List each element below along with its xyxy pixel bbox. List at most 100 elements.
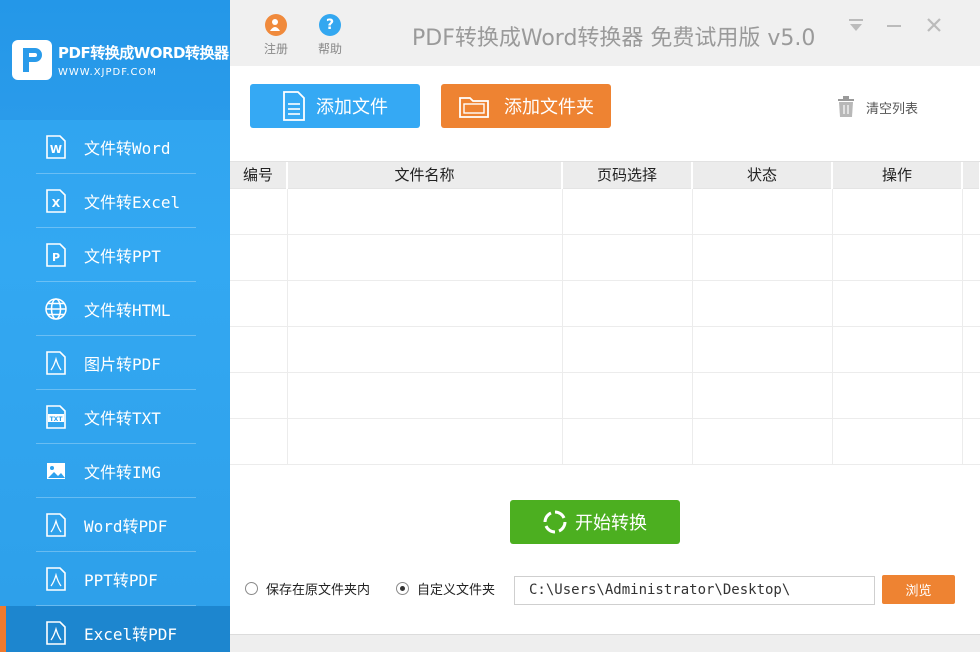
- refresh-icon: [543, 510, 567, 534]
- sidebar-item-ppt-to-pdf[interactable]: PPT转PDF: [0, 552, 230, 606]
- app-title: PDF转换成Word转换器 免费试用版 v5.0: [412, 26, 816, 51]
- table-cell: [230, 234, 288, 281]
- sidebar-item-img[interactable]: 文件转IMG: [0, 444, 230, 498]
- table-cell: [692, 234, 833, 281]
- folder-icon: [458, 93, 490, 119]
- title-bar: 注册 ? 帮助 PDF转换成Word转换器 免费试用版 v5.0: [230, 0, 980, 66]
- table-cell: [692, 188, 833, 235]
- register-label: 注册: [263, 42, 288, 56]
- column-header-status[interactable]: 状态: [692, 162, 833, 189]
- clear-list-button[interactable]: 清空列表: [836, 96, 918, 118]
- column-header-spacer: [962, 162, 980, 189]
- main-panel: 添加文件 添加文件夹 清空列表 编号 文件名称 页码选择 状态 操作 开始转换 …: [230, 66, 980, 652]
- table-header-row: 编号 文件名称 页码选择 状态 操作: [230, 162, 980, 189]
- browse-button[interactable]: 浏览: [882, 575, 955, 604]
- table-cell: [562, 418, 693, 465]
- table-cell: [832, 418, 963, 465]
- table-row: [230, 188, 980, 235]
- add-folder-button[interactable]: 添加文件夹: [441, 84, 611, 128]
- pdf-icon: [44, 621, 68, 645]
- dropdown-menu-icon[interactable]: [848, 14, 864, 38]
- table-cell: [692, 418, 833, 465]
- column-header-page-selection[interactable]: 页码选择: [562, 162, 693, 189]
- table-cell: [287, 234, 563, 281]
- sidebar-item-word[interactable]: W 文件转Word: [0, 120, 230, 174]
- sidebar-item-label: 图片转PDF: [84, 355, 161, 374]
- sidebar-item-image-to-pdf[interactable]: 图片转PDF: [0, 336, 230, 390]
- table-cell: [962, 418, 980, 465]
- close-icon[interactable]: [926, 14, 942, 38]
- sidebar-item-label: 文件转Word: [84, 139, 171, 158]
- status-strip: [230, 634, 980, 652]
- help-button[interactable]: ? 帮助: [310, 14, 350, 57]
- table-cell: [230, 280, 288, 327]
- column-header-actions[interactable]: 操作: [832, 162, 963, 189]
- help-label: 帮助: [317, 42, 342, 56]
- sidebar-item-label: 文件转IMG: [84, 463, 161, 482]
- table-cell: [962, 280, 980, 327]
- table-cell: [692, 326, 833, 373]
- svg-text:W: W: [50, 143, 62, 156]
- register-button[interactable]: 注册: [256, 14, 296, 57]
- start-conversion-label: 开始转换: [575, 513, 647, 534]
- sidebar-item-excel[interactable]: X 文件转Excel: [0, 174, 230, 228]
- table-cell: [832, 234, 963, 281]
- add-file-button[interactable]: 添加文件: [250, 84, 420, 128]
- table-row: [230, 280, 980, 327]
- logo-title: PDF转换成WORD转换器: [58, 44, 229, 62]
- question-icon: ?: [319, 14, 341, 36]
- table-cell: [562, 234, 693, 281]
- table-cell: [832, 372, 963, 419]
- save-original-label: 保存在原文件夹内: [266, 583, 371, 598]
- excel-icon: X: [44, 189, 68, 213]
- table-cell: [562, 280, 693, 327]
- table-cell: [692, 372, 833, 419]
- table-row: [230, 234, 980, 281]
- txt-icon: TXT: [44, 405, 68, 429]
- custom-folder-radio[interactable]: [396, 582, 409, 595]
- save-original-radio[interactable]: [245, 582, 258, 595]
- sidebar-item-html[interactable]: 文件转HTML: [0, 282, 230, 336]
- table-cell: [692, 280, 833, 327]
- table-cell: [832, 280, 963, 327]
- sidebar-item-label: PPT转PDF: [84, 571, 158, 590]
- column-header-filename[interactable]: 文件名称: [287, 162, 563, 189]
- logo-subtitle: WWW.XJPDF.COM: [58, 67, 158, 78]
- trash-icon: [836, 96, 856, 118]
- svg-text:X: X: [52, 197, 61, 210]
- table-cell: [287, 188, 563, 235]
- sidebar-item-word-to-pdf[interactable]: Word转PDF: [0, 498, 230, 552]
- save-original-option[interactable]: 保存在原文件夹内: [245, 579, 370, 598]
- sidebar: PDF转换成WORD转换器 WWW.XJPDF.COM W 文件转Word X …: [0, 0, 230, 652]
- column-header-number[interactable]: 编号: [230, 162, 288, 189]
- table-cell: [962, 234, 980, 281]
- table-row: [230, 326, 980, 373]
- pdf-icon: [44, 513, 68, 537]
- table-cell: [562, 372, 693, 419]
- ppt-icon: P: [44, 243, 68, 267]
- file-table: 编号 文件名称 页码选择 状态 操作: [230, 161, 980, 465]
- add-folder-label: 添加文件夹: [504, 97, 594, 118]
- sidebar-item-label: 文件转PPT: [84, 247, 161, 266]
- sidebar-item-ppt[interactable]: P 文件转PPT: [0, 228, 230, 282]
- add-file-label: 添加文件: [316, 97, 388, 118]
- table-row: [230, 418, 980, 465]
- table-cell: [832, 326, 963, 373]
- table-cell: [230, 188, 288, 235]
- custom-folder-option[interactable]: 自定义文件夹: [396, 579, 495, 598]
- start-conversion-button[interactable]: 开始转换: [510, 500, 680, 544]
- table-cell: [562, 188, 693, 235]
- document-icon: [282, 91, 306, 121]
- logo-area: PDF转换成WORD转换器 WWW.XJPDF.COM: [0, 0, 230, 120]
- table-cell: [287, 280, 563, 327]
- pdf-icon: [44, 567, 68, 591]
- sidebar-item-txt[interactable]: TXT 文件转TXT: [0, 390, 230, 444]
- svg-text:P: P: [52, 251, 60, 264]
- table-cell: [287, 418, 563, 465]
- minimize-icon[interactable]: [886, 14, 902, 38]
- globe-icon: [44, 297, 68, 321]
- table-cell: [962, 188, 980, 235]
- sidebar-item-excel-to-pdf[interactable]: Excel转PDF: [0, 606, 230, 652]
- word-icon: W: [44, 135, 68, 159]
- output-path-input[interactable]: C:\Users\Administrator\Desktop\: [514, 576, 875, 605]
